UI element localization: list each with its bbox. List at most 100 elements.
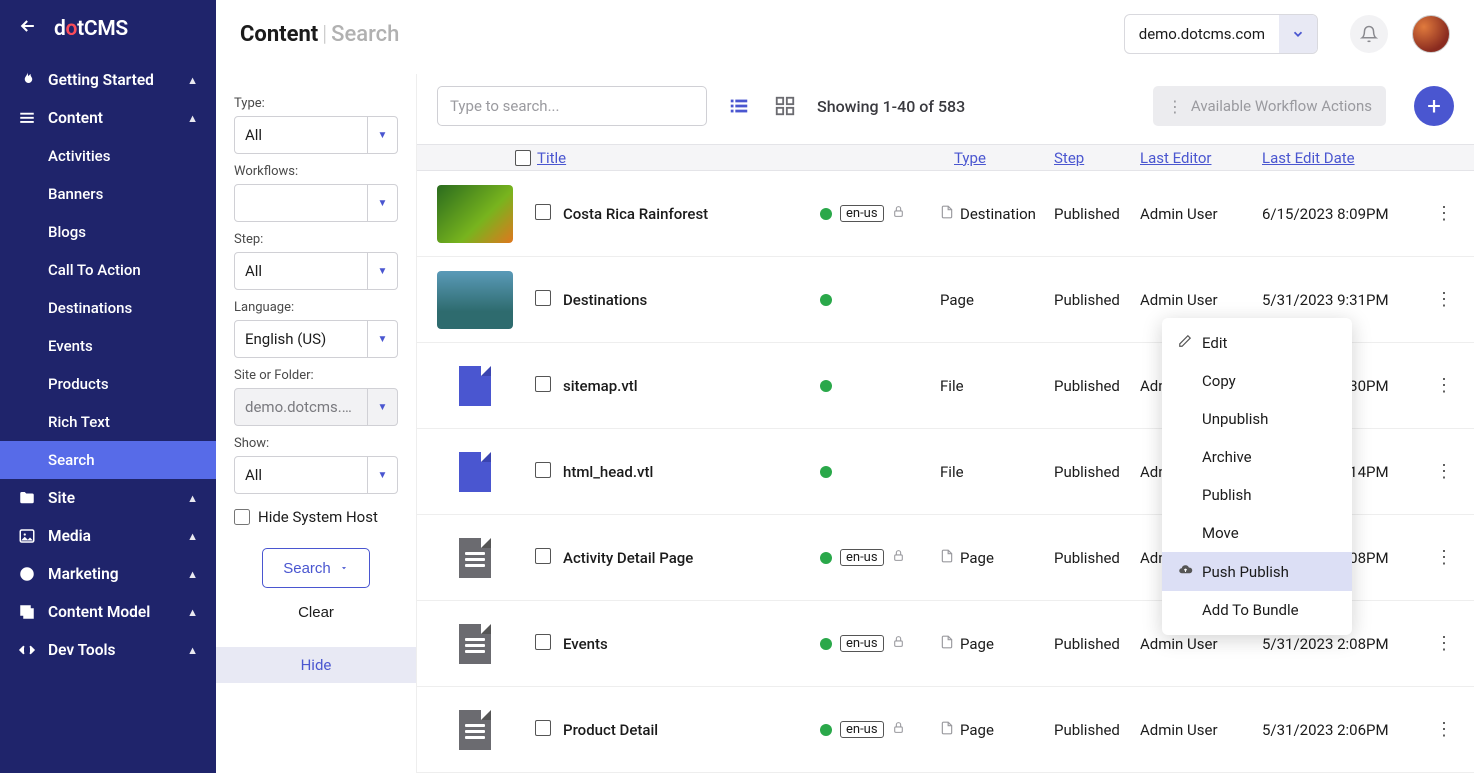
row-title: Events	[563, 635, 820, 653]
row-menu-button[interactable]: ⋮	[1434, 289, 1454, 310]
table-row[interactable]: Costa Rica Rainforesten-usDestinationPub…	[417, 171, 1474, 257]
nav-sub-rich-text[interactable]: Rich Text	[0, 403, 216, 441]
row-title: Activity Detail Page	[563, 549, 820, 567]
add-content-button[interactable]: +	[1414, 86, 1454, 126]
grid-view-button[interactable]	[771, 92, 799, 120]
row-checkbox[interactable]	[535, 548, 551, 564]
row-menu-button[interactable]: ⋮	[1434, 633, 1454, 654]
nav-dev-tools[interactable]: Dev Tools▲	[0, 631, 216, 669]
ctx-unpublish[interactable]: Unpublish	[1162, 400, 1352, 438]
row-checkbox[interactable]	[535, 462, 551, 478]
row-title: Product Detail	[563, 721, 820, 739]
doc-icon	[940, 549, 954, 567]
row-type: Page	[940, 635, 1054, 653]
file-icon	[437, 701, 513, 759]
chevron-up-icon: ▲	[187, 644, 198, 657]
ctx-push-publish[interactable]: Push Publish	[1162, 552, 1352, 591]
page-title: Content|Search	[240, 22, 399, 47]
row-checkbox[interactable]	[535, 290, 551, 306]
row-checkbox[interactable]	[535, 204, 551, 220]
nav-site[interactable]: Site▲	[0, 479, 216, 517]
select-all-checkbox[interactable]	[515, 150, 531, 166]
doc-icon	[940, 635, 954, 653]
nav-media[interactable]: Media▲	[0, 517, 216, 555]
user-avatar[interactable]	[1412, 15, 1450, 53]
search-input[interactable]: Type to search...	[437, 86, 707, 126]
ctx-add-to-bundle[interactable]: Add To Bundle	[1162, 591, 1352, 629]
ctx-move[interactable]: Move	[1162, 514, 1352, 552]
chevron-up-icon: ▲	[187, 530, 198, 543]
col-editor[interactable]: Last Editor	[1140, 149, 1212, 167]
nav-sub-events[interactable]: Events	[0, 327, 216, 365]
ctx-archive[interactable]: Archive	[1162, 438, 1352, 476]
filter-workflows-select[interactable]: ▼	[234, 184, 398, 222]
row-checkbox[interactable]	[535, 634, 551, 650]
col-type[interactable]: Type	[954, 149, 986, 167]
nav-sub-search[interactable]: Search	[0, 441, 216, 479]
row-editor: Admin User	[1140, 635, 1262, 653]
row-menu-button[interactable]: ⋮	[1434, 203, 1454, 224]
target-icon	[18, 565, 36, 583]
chevron-up-icon: ▲	[187, 112, 198, 125]
nav-sub-call-to-action[interactable]: Call To Action	[0, 251, 216, 289]
chevron-down-icon	[1279, 15, 1317, 53]
file-icon	[437, 529, 513, 587]
nav-sub-banners[interactable]: Banners	[0, 175, 216, 213]
hide-system-host-checkbox[interactable]: Hide System Host	[234, 508, 398, 526]
menu-icon	[18, 109, 36, 127]
search-button[interactable]: Search	[262, 548, 370, 588]
table-row[interactable]: Product Detailen-usPagePublishedAdmin Us…	[417, 687, 1474, 773]
ctx-copy[interactable]: Copy	[1162, 362, 1352, 400]
row-menu-button[interactable]: ⋮	[1434, 547, 1454, 568]
row-type: Page	[940, 721, 1054, 739]
row-type: Page	[940, 549, 1054, 567]
row-date: 6/15/2023 8:09PM	[1262, 205, 1434, 223]
row-checkbox[interactable]	[535, 376, 551, 392]
filter-show-select[interactable]: All▼	[234, 456, 398, 494]
back-arrow-icon[interactable]	[18, 16, 38, 41]
row-menu-button[interactable]: ⋮	[1434, 375, 1454, 396]
notifications-button[interactable]	[1350, 15, 1388, 53]
col-date[interactable]: Last Edit Date	[1262, 149, 1355, 167]
nav-sub-activities[interactable]: Activities	[0, 137, 216, 175]
nav-content[interactable]: Content▲	[0, 99, 216, 137]
workflow-actions-button[interactable]: ⋮Available Workflow Actions	[1153, 86, 1386, 126]
nav: Getting Started▲Content▲ActivitiesBanner…	[0, 61, 216, 669]
status-dot	[820, 724, 832, 736]
row-title: html_head.vtl	[563, 463, 820, 481]
filter-step-select[interactable]: All▼	[234, 252, 398, 290]
col-title[interactable]: Title	[537, 149, 566, 167]
thumbnail	[437, 185, 513, 243]
row-title: sitemap.vtl	[563, 377, 820, 395]
filter-language-label: Language:	[234, 300, 398, 315]
nav-sub-blogs[interactable]: Blogs	[0, 213, 216, 251]
col-step[interactable]: Step	[1054, 149, 1084, 167]
filter-type-select[interactable]: All▼	[234, 116, 398, 154]
ctx-edit[interactable]: Edit	[1162, 324, 1352, 362]
doc-icon	[940, 721, 954, 739]
nav-content-model[interactable]: Content Model▲	[0, 593, 216, 631]
row-checkbox[interactable]	[535, 720, 551, 736]
filter-folder-select[interactable]: demo.dotcms.com▼	[234, 388, 398, 426]
nav-sub-destinations[interactable]: Destinations	[0, 289, 216, 327]
edit-icon	[1178, 334, 1194, 352]
row-type: File	[940, 463, 1054, 481]
logo: dotCMS	[54, 17, 128, 41]
status-dot	[820, 638, 832, 650]
clear-button[interactable]: Clear	[298, 604, 334, 621]
ctx-publish[interactable]: Publish	[1162, 476, 1352, 514]
site-selector[interactable]: demo.dotcms.com	[1124, 14, 1318, 54]
row-menu-button[interactable]: ⋮	[1434, 461, 1454, 482]
list-view-button[interactable]	[725, 92, 753, 120]
doc-icon	[940, 205, 954, 223]
nav-getting-started[interactable]: Getting Started▲	[0, 61, 216, 99]
filter-language-select[interactable]: English (US)▼	[234, 320, 398, 358]
row-menu-button[interactable]: ⋮	[1434, 719, 1454, 740]
chevron-up-icon: ▲	[187, 492, 198, 505]
file-icon	[437, 615, 513, 673]
row-title: Destinations	[563, 291, 820, 309]
nav-sub-products[interactable]: Products	[0, 365, 216, 403]
hide-panel-button[interactable]: Hide	[216, 647, 416, 683]
nav-marketing[interactable]: Marketing▲	[0, 555, 216, 593]
lang-badge: en-us	[840, 549, 884, 566]
